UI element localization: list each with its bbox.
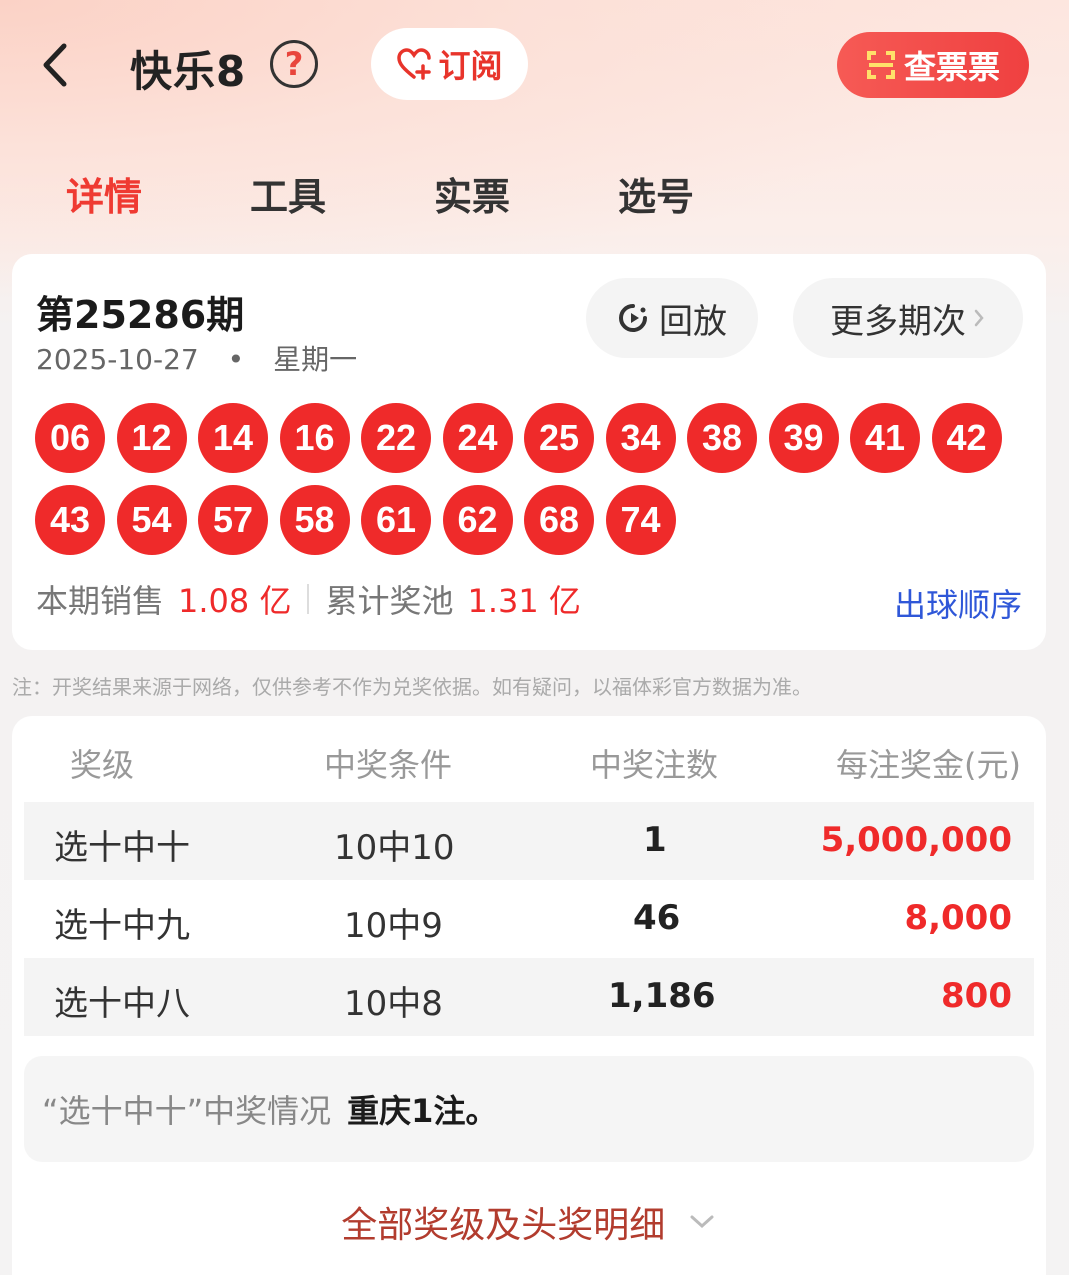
check-ticket-label: 查票票 <box>903 48 1000 86</box>
number-ball: 24 <box>442 403 513 473</box>
more-issues-label: 更多期次 <box>830 301 966 342</box>
number-ball: 22 <box>361 403 431 473</box>
number-ball: 61 <box>361 485 431 555</box>
table-row: 选十中十 10中10 1 5,000,000 <box>24 802 1034 880</box>
all-levels-label: 全部奖级及头奖明细 <box>341 1205 666 1246</box>
issue-number: 第25286期 <box>36 293 245 337</box>
row-condition: 10中9 <box>344 906 443 946</box>
row-level: 选十中十 <box>54 828 190 868</box>
page-title: 快乐8 <box>130 47 247 96</box>
row-level: 选十中九 <box>54 906 190 946</box>
number-ball: 68 <box>524 485 594 555</box>
number-ball: 74 <box>605 485 676 555</box>
number-ball: 16 <box>279 403 350 473</box>
row-count: 46 <box>633 898 681 938</box>
scan-icon <box>866 51 895 79</box>
row-count: 1 <box>643 820 667 860</box>
row-prize: 5,000,000 <box>820 820 1012 860</box>
header-count: 中奖注数 <box>590 746 719 784</box>
question-icon: ? <box>284 45 304 83</box>
pool-value: 1.31 亿 <box>467 582 581 620</box>
number-ball: 58 <box>279 485 350 555</box>
app-header: 快乐8 ? 订阅 查票票 <box>0 0 1069 130</box>
chevron-right-icon <box>974 309 984 327</box>
draw-date-line: 2025-10-27 • 星期一 <box>36 338 357 378</box>
header-condition: 中奖条件 <box>324 746 453 784</box>
number-ball: 12 <box>116 403 187 473</box>
help-button[interactable]: ? <box>270 40 318 88</box>
draw-date: 2025-10-27 <box>36 343 199 376</box>
row-level: 选十中八 <box>54 984 190 1024</box>
sales-summary: 本期销售 1.08 亿 累计奖池 1.31 亿 <box>36 576 581 622</box>
tab-bar: 详情 工具 实票 选号 <box>0 160 1069 230</box>
status-label: “选十中十”中奖情况 <box>42 1092 332 1130</box>
sales-value: 1.08 亿 <box>178 582 292 620</box>
chevron-left-icon <box>43 43 67 87</box>
header-prize: 每注奖金(元) <box>836 746 1021 784</box>
pool-label: 累计奖池 <box>325 582 454 620</box>
sales-label: 本期销售 <box>36 582 165 620</box>
table-row: 选十中九 10中9 46 8,000 <box>24 880 1034 958</box>
status-value: 重庆1注。 <box>347 1092 498 1130</box>
prize-table-card: 奖级 中奖条件 中奖注数 每注奖金(元) 选十中十 10中10 1 5,000,… <box>12 716 1046 1275</box>
row-prize: 8,000 <box>904 898 1012 938</box>
number-ball: 42 <box>931 403 1002 473</box>
number-ball: 57 <box>198 485 268 555</box>
tab-real-tickets[interactable]: 实票 <box>434 166 510 221</box>
subscribe-label: 订阅 <box>438 47 503 85</box>
table-row: 选十中八 10中8 1,186 800 <box>24 958 1034 1036</box>
number-ball: 41 <box>850 403 920 473</box>
chevron-down-icon <box>690 1215 714 1229</box>
row-prize: 800 <box>941 976 1012 1016</box>
tab-details[interactable]: 详情 <box>66 166 142 221</box>
number-ball: 62 <box>442 485 513 555</box>
draw-order-link[interactable]: 出球顺序 <box>894 580 1022 626</box>
number-ball: 06 <box>35 403 105 473</box>
back-button[interactable] <box>36 40 76 90</box>
number-ball: 34 <box>605 403 676 473</box>
number-ball: 25 <box>524 403 594 473</box>
number-ball: 39 <box>768 403 839 473</box>
all-levels-link[interactable]: 全部奖级及头奖明细 <box>12 1196 1046 1248</box>
row-condition: 10中8 <box>344 984 443 1024</box>
more-issues-button[interactable]: 更多期次 <box>793 278 1023 358</box>
top-prize-status: “选十中十”中奖情况 重庆1注。 <box>24 1056 1034 1162</box>
replay-label: 回放 <box>659 301 727 342</box>
number-ball: 54 <box>116 485 187 555</box>
number-ball: 38 <box>687 403 757 473</box>
tab-tools[interactable]: 工具 <box>250 166 326 221</box>
number-ball: 14 <box>198 403 268 473</box>
row-condition: 10中10 <box>334 828 455 868</box>
number-ball: 43 <box>35 485 105 555</box>
heart-plus-icon <box>397 48 432 80</box>
replay-icon <box>619 304 647 332</box>
draw-weekday: 星期一 <box>273 343 358 376</box>
replay-button[interactable]: 回放 <box>586 278 758 358</box>
header-level: 奖级 <box>70 746 135 784</box>
subscribe-button[interactable]: 订阅 <box>371 28 528 100</box>
check-ticket-button[interactable]: 查票票 <box>837 32 1029 98</box>
row-count: 1,186 <box>608 976 716 1016</box>
divider <box>307 584 310 614</box>
disclaimer-note: 注：开奖结果来源于网络，仅供参考不作为兑奖依据。如有疑问，以福体彩官方数据为准。 <box>12 675 812 699</box>
draw-result-card: 第25286期 2025-10-27 • 星期一 回放 更多期次 06 12 14 1… <box>12 254 1046 650</box>
tab-pick-numbers[interactable]: 选号 <box>618 166 694 221</box>
date-separator: • <box>227 343 245 376</box>
